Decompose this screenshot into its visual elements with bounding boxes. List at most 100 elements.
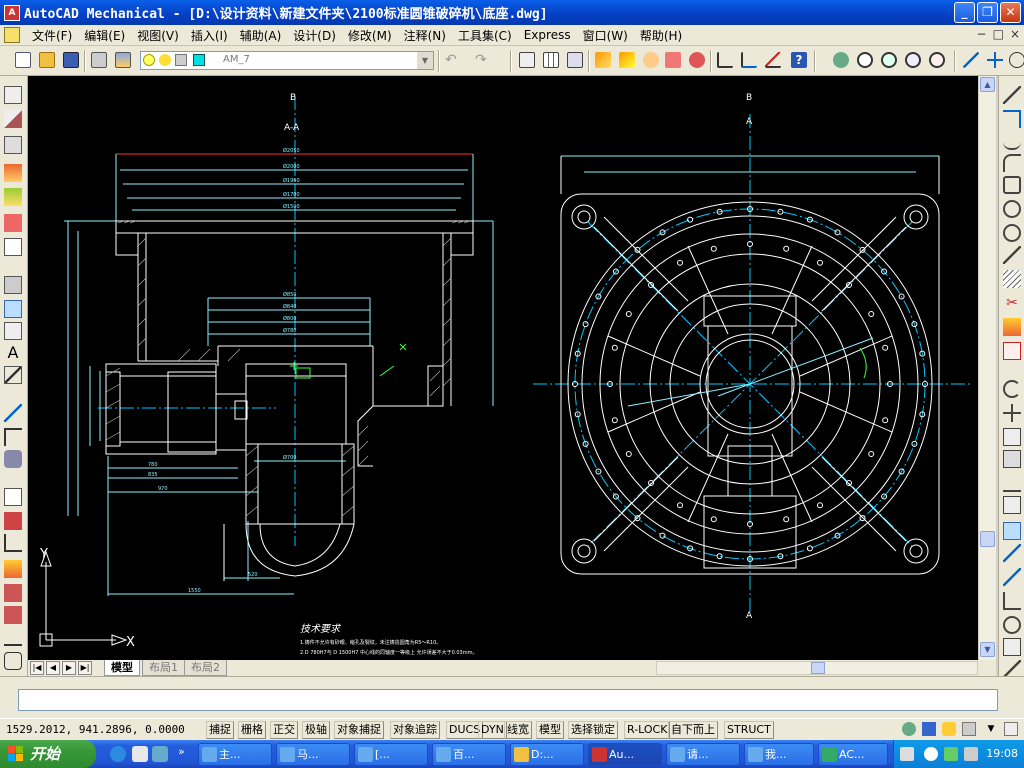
start-button[interactable]: 开始	[0, 740, 96, 768]
horizontal-scroll-thumb[interactable]	[811, 662, 825, 674]
toggle-snap[interactable]: 捕捉	[206, 721, 234, 739]
clean-screen-icon[interactable]	[962, 722, 976, 736]
surface-symbol-icon[interactable]	[4, 404, 22, 422]
toggle-selection-lock[interactable]: 选择锁定	[568, 721, 618, 739]
tray-expand-icon[interactable]	[924, 747, 938, 761]
power-copy-icon[interactable]	[4, 560, 22, 578]
symmetric-icon[interactable]	[4, 136, 22, 154]
title-bar[interactable]: A AutoCAD Mechanical - [D:\设计资料\新建文件夹\21…	[0, 0, 1024, 25]
menu-design[interactable]: 设计(D)	[287, 27, 342, 44]
menu-annotate[interactable]: 注释(N)	[398, 27, 452, 44]
doc-minimize-button[interactable]: −	[977, 27, 987, 41]
layer-dropdown[interactable]: AM_7 ▼	[140, 51, 434, 70]
scroll-up-button[interactable]: ▲	[980, 77, 995, 92]
command-input[interactable]	[18, 689, 998, 711]
center-mark-icon[interactable]	[1008, 51, 1024, 69]
vertical-scrollbar[interactable]: ▲ ▼	[978, 76, 996, 660]
chevron-down-icon[interactable]: ▼	[417, 52, 433, 69]
tab-layout2[interactable]: 布局2	[184, 660, 227, 676]
media-quicklaunch-icon[interactable]	[152, 746, 168, 762]
arc-icon[interactable]	[1003, 154, 1021, 172]
toggle-model[interactable]: 模型	[536, 721, 564, 739]
menu-window[interactable]: 窗口(W)	[577, 27, 634, 44]
doc-close-button[interactable]: ×	[1010, 27, 1020, 41]
hatch-icon[interactable]	[4, 164, 22, 182]
taskbar-item-3[interactable]: [...	[354, 743, 428, 766]
rotate-icon[interactable]	[1003, 380, 1021, 398]
text-icon[interactable]: A	[4, 344, 22, 362]
polyline-icon[interactable]	[1003, 110, 1021, 128]
toggle-grid[interactable]: 栅格	[238, 721, 266, 739]
power-erase-icon[interactable]	[4, 512, 22, 530]
array-icon[interactable]	[1003, 496, 1021, 514]
keyboard-icon[interactable]	[900, 747, 914, 761]
new-file-icon[interactable]	[14, 51, 32, 69]
scale-icon[interactable]	[1003, 522, 1021, 540]
line-icon[interactable]	[1003, 86, 1021, 104]
power-snap-icon[interactable]	[4, 488, 22, 506]
restore-button[interactable]: ❐	[977, 2, 998, 23]
plot-icon[interactable]	[90, 51, 108, 69]
menu-modify[interactable]: 修改(M)	[342, 27, 398, 44]
toolbar-lock-icon[interactable]	[922, 722, 936, 736]
prev-tab-button[interactable]: ◀	[46, 661, 60, 675]
datum-icon[interactable]	[764, 51, 782, 69]
pan-realtime-icon[interactable]	[832, 51, 850, 69]
communication-center-icon[interactable]	[902, 722, 916, 736]
center-line-icon[interactable]	[4, 276, 22, 294]
offset-icon[interactable]	[1003, 474, 1021, 492]
dimension-linear-icon[interactable]	[518, 51, 536, 69]
first-tab-button[interactable]: |◀	[30, 661, 44, 675]
rectangle-icon[interactable]	[4, 86, 22, 104]
block-icon[interactable]	[4, 238, 22, 256]
next-tab-button[interactable]: ▶	[62, 661, 76, 675]
shaft-generator-icon[interactable]	[4, 214, 22, 232]
revision-cloud-icon[interactable]	[4, 652, 22, 670]
bom-icon[interactable]	[688, 51, 706, 69]
erase-icon[interactable]	[1003, 318, 1021, 336]
close-button[interactable]: ✕	[1000, 2, 1021, 23]
hatch-pencil-icon[interactable]	[618, 51, 636, 69]
break-icon[interactable]	[1003, 592, 1021, 610]
toggle-struct[interactable]: STRUCT	[724, 721, 774, 739]
zoom-previous-icon[interactable]	[904, 51, 922, 69]
document-icon[interactable]	[4, 27, 20, 43]
toggle-lineweight[interactable]: 线宽	[504, 721, 532, 739]
quicklaunch-more-icon[interactable]: »	[178, 745, 185, 758]
detail-view-icon[interactable]	[4, 300, 22, 318]
menu-file[interactable]: 文件(F)	[26, 27, 78, 44]
taskbar-item-5[interactable]: D:...	[510, 743, 584, 766]
stretch-icon[interactable]	[1003, 544, 1021, 562]
toggle-osnap[interactable]: 对象捕捉	[334, 721, 384, 739]
taskbar-item-2[interactable]: 马...	[276, 743, 350, 766]
join-icon[interactable]	[1003, 616, 1021, 634]
welding-symbol-icon[interactable]	[740, 51, 758, 69]
menu-toolsets[interactable]: 工具集(C)	[452, 27, 518, 44]
minimize-button[interactable]: _	[954, 2, 975, 23]
volume-icon[interactable]	[964, 747, 978, 761]
chamfer-modify-icon[interactable]	[1003, 638, 1021, 656]
arc-dimension-icon[interactable]	[4, 428, 22, 446]
part-reference-icon[interactable]	[664, 51, 682, 69]
chamfer-icon[interactable]	[4, 110, 22, 128]
table-icon[interactable]	[542, 51, 560, 69]
taskbar-item-8[interactable]: 我...	[744, 743, 814, 766]
undo-icon[interactable]: ↶	[444, 51, 462, 69]
open-folder-icon[interactable]	[38, 51, 56, 69]
zoom-extents-icon[interactable]	[928, 51, 946, 69]
ordinate-dimension-icon[interactable]	[4, 534, 22, 552]
clean-screen-toggle-icon[interactable]	[1004, 722, 1018, 736]
vertical-scroll-thumb[interactable]	[980, 531, 995, 547]
balloon-icon[interactable]	[642, 51, 660, 69]
parts-list-icon[interactable]	[4, 606, 22, 624]
taskbar-item-autocad[interactable]: Au...	[588, 743, 662, 766]
trim-icon[interactable]: ✂	[1003, 294, 1021, 312]
menu-view[interactable]: 视图(V)	[131, 27, 185, 44]
move-icon[interactable]	[1003, 404, 1021, 422]
toggle-polar[interactable]: 极轴	[302, 721, 330, 739]
drawing-canvas[interactable]: Ø2050 Ø2000 Ø1960 Ø1700 Ø1500 Ø850 Ø840 …	[28, 76, 978, 660]
extend-icon[interactable]	[1003, 568, 1021, 586]
toggle-r-lock[interactable]: R-LOCK	[624, 721, 671, 739]
crosshair-icon[interactable]	[986, 51, 1004, 69]
fillet-icon[interactable]	[4, 188, 22, 206]
